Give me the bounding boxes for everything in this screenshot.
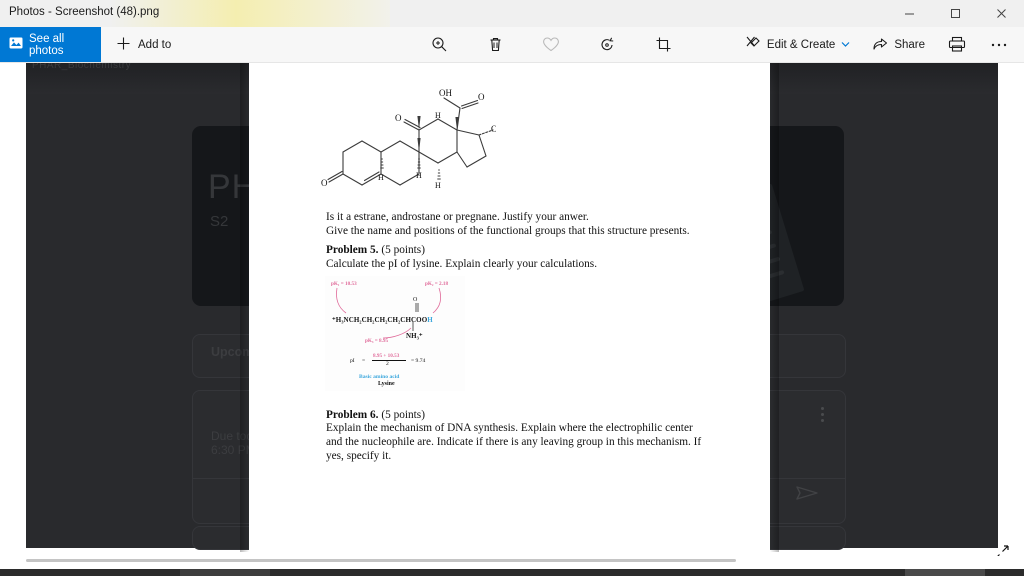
- pi-result: = 9.74: [411, 358, 426, 364]
- taskbar[interactable]: [0, 569, 1024, 576]
- edit-create-button[interactable]: Edit & Create: [736, 31, 859, 59]
- lysine-chain-tail: H: [427, 316, 433, 324]
- lysine-pi-figure: pK₁ = 10.53 pK₂ = 2.18 O ⁺H₃NCH₂CH₂CH₂CH…: [325, 276, 465, 391]
- rotate-icon[interactable]: [588, 31, 626, 59]
- window-controls: [886, 0, 1024, 27]
- label-o-ring: O: [395, 113, 402, 123]
- pka-bottom-label: pK₃ = 8.95: [365, 338, 389, 344]
- question-1-line-2: Give the name and positions of the funct…: [326, 225, 690, 238]
- add-to-label: Add to: [138, 38, 172, 51]
- zoom-icon[interactable]: [420, 31, 458, 59]
- minimize-icon[interactable]: [886, 0, 932, 27]
- share-label: Share: [894, 38, 925, 51]
- carbonyl-o-label: O: [413, 297, 418, 303]
- label-o-bottom: O: [321, 178, 328, 188]
- label-oh-top: OH: [439, 88, 452, 98]
- question-1: Is it a estrane, androstane or pregnane.…: [326, 210, 726, 238]
- lysine-chain-formula: ⁺H₃NCH₂CH₂CH₂CH₂CHCOOH: [332, 316, 433, 324]
- more-options-icon[interactable]: [980, 31, 1018, 59]
- pi-denominator: 2: [386, 361, 389, 367]
- share-icon: [872, 36, 888, 54]
- pi-numerator: 8.95 + 10.53: [373, 353, 400, 359]
- document-page: OH O O OH O H H H H Is it a estr: [249, 60, 770, 552]
- label-h-3: H: [435, 181, 441, 190]
- problem-5-points: (5 points): [381, 244, 425, 256]
- edit-create-label: Edit & Create: [766, 38, 836, 51]
- problem-6-title: Problem 6.: [326, 409, 379, 421]
- problem-6-body: Explain the mechanism of DNA synthesis. …: [326, 422, 702, 463]
- maximize-icon[interactable]: [932, 0, 978, 27]
- photo-shadow-left: [240, 60, 249, 552]
- steroid-structure-diagram: OH O O OH O H H H H: [321, 88, 504, 208]
- photos-window: Photos - Screenshot (48).png See all pho…: [0, 0, 1024, 63]
- pi-fraction-bar: [372, 360, 406, 361]
- lysine-chain-main: ⁺H₃NCH₂CH₂CH₂CH₂CHCOO: [332, 316, 428, 324]
- plus-icon: [116, 36, 131, 54]
- toolbar-center-tools: [420, 27, 682, 62]
- horizontal-scrollbar[interactable]: [0, 556, 1024, 566]
- taskbar-system-tray[interactable]: [905, 569, 985, 576]
- title-bar[interactable]: Photos - Screenshot (48).png: [0, 0, 1024, 27]
- class-banner-subtitle: S2: [210, 213, 229, 230]
- taskbar-item-active[interactable]: [180, 569, 270, 576]
- problem-6-points: (5 points): [381, 409, 425, 421]
- chevron-down-icon: [841, 39, 850, 51]
- add-to-button[interactable]: Add to: [106, 27, 181, 62]
- share-button[interactable]: Share: [863, 31, 934, 59]
- label-o-ketone: O: [478, 92, 485, 102]
- see-all-photos-button[interactable]: See all photos: [0, 27, 101, 62]
- problem-5-title: Problem 5.: [326, 244, 379, 256]
- more-options-icon[interactable]: [821, 407, 825, 425]
- photos-toolbar: See all photos Add to Edit & Create Shar…: [0, 27, 1024, 63]
- close-icon[interactable]: [978, 0, 1024, 27]
- window-title: Photos - Screenshot (48).png: [9, 6, 160, 18]
- label-h-2: H: [416, 171, 422, 180]
- photos-library-icon: [9, 36, 23, 53]
- label-h-1: H: [435, 111, 441, 120]
- favorite-icon[interactable]: [532, 31, 570, 59]
- send-icon[interactable]: [787, 481, 827, 505]
- pi-label: pI: [350, 358, 355, 364]
- print-icon[interactable]: [938, 31, 976, 59]
- lysine-amine-label: NH₃⁺: [406, 332, 423, 340]
- photo-canvas[interactable]: OH O O OH O H H H H Is it a estr: [249, 60, 770, 552]
- label-oh-side: OH: [491, 124, 496, 134]
- problem-5-body: Calculate the pI of lysine. Explain clea…: [326, 258, 598, 270]
- photo-shadow-right: [770, 60, 779, 552]
- label-h-4: H: [378, 173, 384, 182]
- caption-name: Lysine: [378, 381, 395, 387]
- see-all-photos-label: See all photos: [29, 32, 65, 57]
- delete-icon[interactable]: [476, 31, 514, 59]
- caption-type: Basic amino acid: [359, 374, 400, 380]
- question-1-line-1: Is it a estrane, androstane or pregnane.…: [326, 211, 589, 223]
- edit-create-icon: [745, 35, 761, 54]
- problem-5-heading: Problem 5. (5 points): [326, 243, 425, 257]
- scrollbar-thumb[interactable]: [26, 559, 736, 562]
- screen: PHAR_Biochemistry PHA S2 Upcoming Due to…: [0, 0, 1024, 576]
- crop-icon[interactable]: [644, 31, 682, 59]
- pi-equals: =: [362, 358, 366, 364]
- toolbar-right-tools: Edit & Create Share: [736, 27, 1018, 62]
